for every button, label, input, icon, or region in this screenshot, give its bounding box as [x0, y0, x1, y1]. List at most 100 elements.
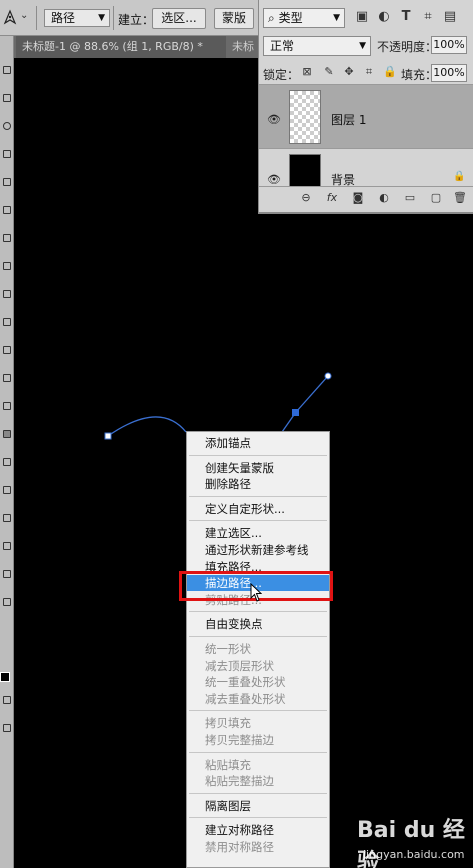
fx-icon[interactable]: fx: [325, 191, 339, 205]
watermark: Bai du 经验 jingyan.baidu.com: [357, 812, 467, 868]
gradient-tool-icon[interactable]: [3, 374, 11, 382]
eye-icon[interactable]: 👁: [267, 173, 281, 186]
layer-filter-select[interactable]: ⌕ 类型 ▼: [263, 8, 345, 28]
trash-icon[interactable]: 🗑: [453, 191, 467, 205]
context-menu: 添加锚点 创建矢量蒙版 删除路径 定义自定形状... 建立选区... 通过形状新建参考线填…: [186, 431, 330, 868]
mask-icon[interactable]: ◙: [351, 191, 365, 205]
menu-item: 统一形状: [205, 642, 251, 656]
anchor-point[interactable]: [104, 432, 112, 440]
lock-artboard-icon[interactable]: ⌗: [363, 66, 375, 78]
divider: [36, 6, 37, 30]
opacity-label: 不透明度：: [377, 40, 438, 54]
healing-tool-icon[interactable]: [3, 234, 11, 242]
make-label: 建立：: [118, 13, 155, 27]
menu-separator: [189, 495, 327, 497]
pen-tool-icon[interactable]: [2, 8, 18, 26]
blur-tool-icon[interactable]: [3, 402, 11, 410]
menu-item[interactable]: 添加锚点: [187, 435, 329, 451]
menu-item: 禁用对称路径: [205, 840, 274, 854]
hand-tool-icon[interactable]: [3, 542, 11, 550]
move-tool-icon[interactable]: [3, 66, 11, 74]
menu-item: 粘贴填充: [205, 757, 251, 772]
path-select-tool-icon[interactable]: [3, 486, 11, 494]
document-tab-bar: 未标题-1 @ 88.6% (组 1, RGB/8) * 未标: [0, 36, 258, 58]
ellipsis-icon[interactable]: [3, 598, 11, 606]
layer-thumbnail: [289, 90, 321, 144]
make-mask-button[interactable]: 蒙版: [214, 8, 254, 29]
shape-tool-icon[interactable]: [3, 514, 11, 522]
layer-name[interactable]: 背景: [331, 171, 355, 186]
menu-item[interactable]: 通过形状新建参考线: [187, 542, 329, 558]
quick-mask-icon[interactable]: [3, 696, 11, 704]
quick-select-tool-icon[interactable]: [3, 150, 11, 158]
menu-separator: [189, 710, 327, 712]
document-tab-active[interactable]: 未标题-1 @ 88.6% (组 1, RGB/8) *: [16, 36, 226, 58]
menu-item[interactable]: 创建矢量蒙版: [187, 460, 329, 476]
foreground-color-swatch[interactable]: [0, 672, 10, 682]
cursor-arrow-icon: [250, 583, 262, 602]
tool-mode-value: 路径: [51, 11, 76, 25]
menu-separator: [189, 611, 327, 613]
type-tool-icon[interactable]: [3, 458, 11, 466]
layer-row[interactable]: 👁 背景 🔒: [259, 148, 473, 186]
eyedropper-tool-icon[interactable]: [3, 206, 11, 214]
adjustment-layer-icon[interactable]: ◐: [377, 191, 391, 205]
tools-panel: [0, 36, 14, 868]
layer-filter-value: 类型: [278, 11, 303, 25]
lock-all-icon[interactable]: 🔒: [383, 66, 397, 78]
screen-mode-icon[interactable]: [3, 724, 11, 732]
menu-item[interactable]: 建立对称路径: [187, 822, 329, 838]
layer-name[interactable]: 图层 1: [331, 111, 366, 128]
lock-position-icon[interactable]: ✥: [343, 66, 355, 78]
watermark-url: jingyan.baidu.com: [363, 848, 465, 861]
pixel-filter-icon[interactable]: ▣: [355, 10, 369, 24]
pen-tool-icon[interactable]: [3, 430, 11, 438]
lock-transparent-icon[interactable]: ⊠: [301, 66, 313, 78]
menu-item[interactable]: 隔离图层: [187, 798, 329, 814]
menu-item[interactable]: 删除路径: [187, 476, 329, 492]
zoom-tool-icon[interactable]: [3, 570, 11, 578]
menu-item[interactable]: 建立选区...: [187, 525, 329, 541]
chevron-down-icon: ▼: [333, 13, 340, 23]
lock-pixels-icon[interactable]: ✎: [323, 66, 335, 78]
tool-mode-select[interactable]: 路径 ▼: [44, 9, 110, 27]
direction-handle[interactable]: [324, 372, 332, 380]
menu-item[interactable]: 定义自定形状...: [187, 501, 329, 517]
marquee-tool-icon[interactable]: [3, 94, 11, 102]
make-selection-button[interactable]: 选区...: [152, 8, 206, 29]
layer-thumbnail: [289, 154, 321, 186]
folder-icon[interactable]: ▭: [403, 191, 417, 205]
document-tab[interactable]: 未标: [228, 36, 258, 58]
eye-icon[interactable]: 👁: [267, 113, 281, 126]
link-icon[interactable]: ⊖: [299, 191, 313, 205]
stamp-tool-icon[interactable]: [3, 290, 11, 298]
anchor-point-selected[interactable]: [292, 409, 299, 416]
chevron-down-icon: ▼: [98, 13, 105, 23]
menu-separator: [189, 751, 327, 753]
menu-separator: [189, 636, 327, 637]
history-brush-tool-icon[interactable]: [3, 318, 11, 326]
type-filter-icon[interactable]: T: [399, 10, 413, 24]
menu-item: 统一重叠处形状: [205, 675, 286, 690]
menu-separator: [189, 817, 327, 819]
search-icon: ⌕: [268, 11, 275, 25]
adjustment-filter-icon[interactable]: ◐: [377, 10, 391, 24]
crop-tool-icon[interactable]: [3, 178, 11, 186]
new-layer-icon[interactable]: ▢: [429, 191, 443, 205]
layers-panel-footer: ⊖ fx ◙ ◐ ▭ ▢ 🗑: [259, 186, 473, 208]
layer-row[interactable]: 👁 图层 1: [259, 84, 473, 148]
fill-input[interactable]: 100%: [431, 64, 467, 82]
menu-separator: [189, 454, 327, 456]
menu-item: 粘贴完整描边: [205, 774, 274, 789]
brush-tool-icon[interactable]: [3, 262, 11, 270]
chevron-down-icon[interactable]: ⌄: [20, 10, 28, 21]
lasso-tool-icon[interactable]: [3, 122, 11, 130]
divider: [113, 6, 114, 30]
eraser-tool-icon[interactable]: [3, 346, 11, 354]
smart-object-filter-icon[interactable]: ▤: [443, 10, 457, 24]
blend-mode-select[interactable]: 正常 ▼: [263, 36, 371, 56]
shape-filter-icon[interactable]: ⌗: [421, 10, 435, 24]
opacity-input[interactable]: 100%: [431, 36, 467, 54]
menu-separator: [189, 792, 327, 794]
menu-item[interactable]: 自由变换点: [187, 616, 329, 632]
